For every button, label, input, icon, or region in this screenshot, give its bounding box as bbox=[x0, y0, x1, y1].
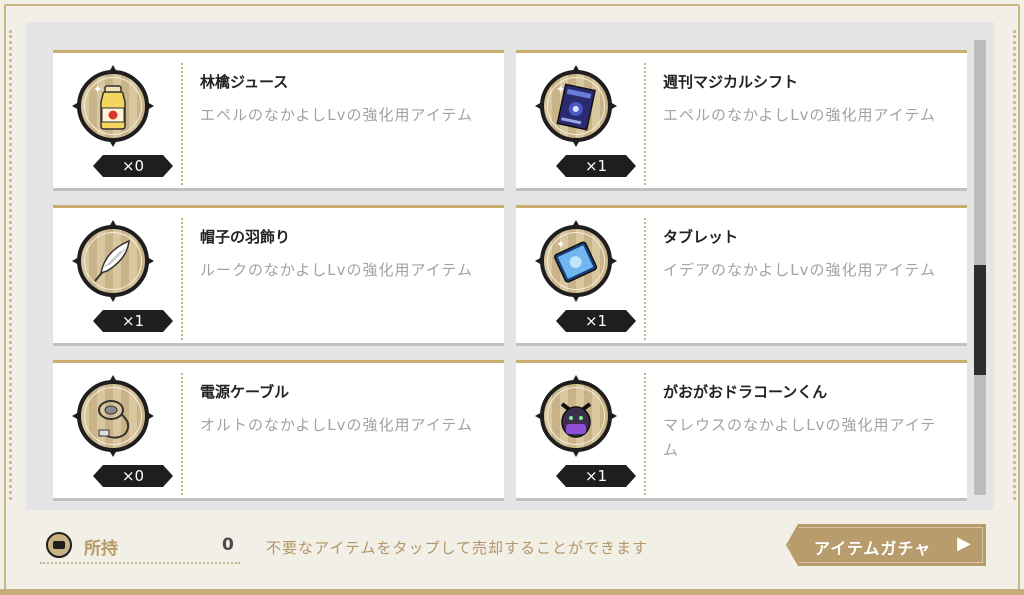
item-name: タブレット bbox=[663, 228, 739, 246]
item-description: オルトのなかよしLvの強化用アイテム bbox=[200, 416, 473, 434]
item-card-tablet[interactable]: ✦ ×1 タブレット イデアのなかよしLvの強化用アイテム bbox=[516, 205, 967, 346]
item-card-feather[interactable]: ×1 帽子の羽飾り ルークのなかよしLvの強化用アイテム bbox=[53, 205, 504, 346]
item-name: 電源ケーブル bbox=[200, 383, 290, 401]
sell-hint-text: 不要なアイテムをタップして売却することができます bbox=[266, 539, 649, 557]
item-name: 週刊マジカルシフト bbox=[663, 73, 799, 91]
quantity-badge: ×1 bbox=[93, 310, 173, 332]
held-value: 0 bbox=[222, 535, 234, 555]
quantity-badge: ×0 bbox=[93, 465, 173, 487]
item-description: エペルのなかよしLvの強化用アイテム bbox=[200, 106, 473, 124]
card-divider bbox=[644, 373, 646, 495]
item-medal: ✦ bbox=[535, 220, 617, 302]
card-divider bbox=[644, 218, 646, 340]
item-card-power-cable[interactable]: ×0 電源ケーブル オルトのなかよしLvの強化用アイテム bbox=[53, 360, 504, 501]
card-divider bbox=[181, 63, 183, 185]
quantity-badge: ×1 bbox=[556, 310, 636, 332]
item-medal bbox=[535, 375, 617, 457]
quantity-badge: ×1 bbox=[556, 155, 636, 177]
item-card-apple-juice[interactable]: ✦ ×0 林檎ジュース エペルのなかよしLvの強化用アイテム bbox=[53, 50, 504, 191]
card-divider bbox=[181, 218, 183, 340]
item-description: マレウスのなかよしLvの強化用アイテム bbox=[663, 416, 937, 459]
tablet-icon bbox=[554, 241, 598, 283]
item-name: がおがおドラコーンくん bbox=[663, 383, 828, 401]
item-medal bbox=[72, 375, 154, 457]
currency-icon bbox=[46, 532, 72, 558]
held-label: 所持 bbox=[84, 539, 118, 559]
item-description: エペルのなかよしLvの強化用アイテム bbox=[663, 106, 936, 124]
item-medal bbox=[72, 220, 154, 302]
held-underline bbox=[40, 562, 240, 564]
apple-juice-icon bbox=[100, 85, 126, 130]
quantity-badge: ×1 bbox=[556, 465, 636, 487]
quantity-badge: ×0 bbox=[93, 155, 173, 177]
scrollbar-thumb[interactable] bbox=[974, 265, 986, 375]
item-name: 林檎ジュース bbox=[200, 73, 289, 91]
right-dot-border bbox=[1013, 30, 1016, 500]
item-card-magazine[interactable]: ✦ ×1 週刊マジカルシフト エペルのなかよしLvの強化用アイテム bbox=[516, 50, 967, 191]
item-name: 帽子の羽飾り bbox=[200, 228, 291, 246]
item-list-panel: ✦ ×0 林檎ジュース エペルのなかよしLvの強化用アイテム ✦ ×1 週刊マジ… bbox=[26, 22, 994, 510]
item-description: ルークのなかよしLvの強化用アイテム bbox=[200, 261, 473, 279]
item-gacha-label: アイテムガチャ bbox=[814, 539, 932, 558]
feather-icon bbox=[94, 239, 130, 282]
item-medal: ✦ bbox=[72, 65, 154, 147]
dragon-plush-icon bbox=[560, 402, 592, 438]
item-gacha-button[interactable]: アイテムガチャ ▶ bbox=[786, 524, 986, 566]
card-divider bbox=[644, 63, 646, 185]
chevron-right-icon: ▶ bbox=[957, 533, 972, 554]
item-card-dragon-plush[interactable]: ×1 がおがおドラコーンくん マレウスのなかよしLvの強化用アイテム bbox=[516, 360, 967, 501]
item-description: イデアのなかよしLvの強化用アイテム bbox=[663, 261, 936, 279]
left-dot-border bbox=[9, 30, 12, 500]
magazine-icon bbox=[556, 83, 596, 131]
card-divider bbox=[181, 373, 183, 495]
item-medal: ✦ bbox=[535, 65, 617, 147]
power-cable-icon bbox=[98, 400, 130, 439]
bottom-rule bbox=[0, 589, 1024, 595]
